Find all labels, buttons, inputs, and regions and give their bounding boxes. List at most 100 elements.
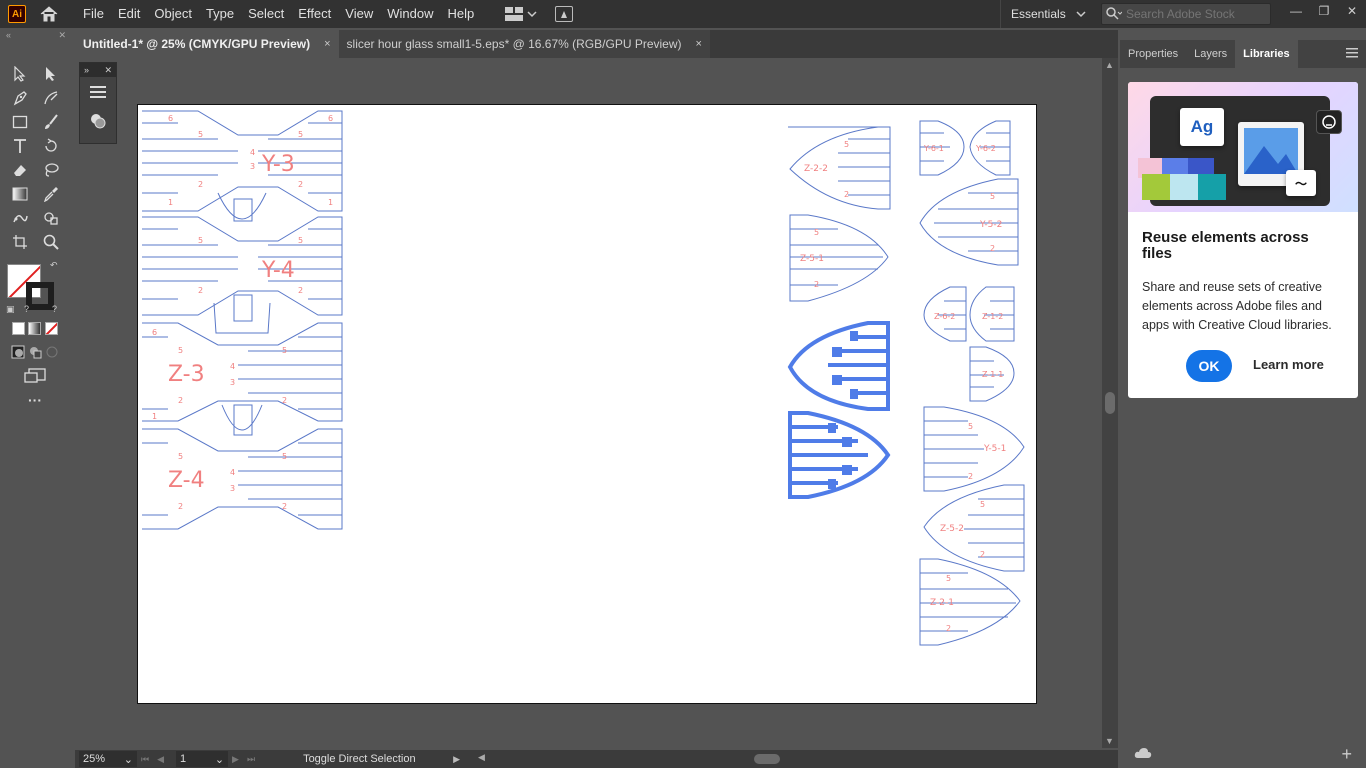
type-tool-icon[interactable] [8, 135, 32, 157]
add-icon[interactable]: + [1341, 744, 1352, 765]
arrange-documents-button[interactable] [505, 7, 537, 21]
card-body: Share and reuse sets of creative element… [1142, 280, 1332, 332]
curvature-tool-icon[interactable] [39, 87, 63, 109]
vertical-scrollbar[interactable]: ▲ ▼ [1102, 58, 1118, 748]
gradient-tool-icon[interactable] [8, 183, 32, 205]
color-mode-icon[interactable] [11, 321, 25, 335]
label-num: 2 [968, 472, 973, 481]
status-menu-icon[interactable]: ▶ [453, 754, 460, 765]
label-num: 6 [168, 114, 173, 123]
artboard-tool-icon[interactable] [8, 231, 32, 253]
canvas-area[interactable]: Y-3 Y-4 Z-3 Z-4 Z-2-2 Z-5-1 Y-6-1 Y-6-2 … [75, 58, 1102, 748]
vertical-scroll-thumb[interactable] [1105, 392, 1115, 414]
menu-window[interactable]: Window [380, 0, 440, 28]
menu-view[interactable]: View [338, 0, 380, 28]
draw-mode-row [4, 340, 66, 364]
workspace-switcher[interactable]: Essentials [1000, 0, 1086, 28]
tab-slicer-hour-glass[interactable]: slicer hour glass small1-5.eps* @ 16.67%… [338, 30, 710, 58]
puppet-warp-tool-icon[interactable] [8, 207, 32, 229]
horizontal-scrollbar[interactable]: ◀ [478, 752, 1118, 766]
illustrator-window: Ai File Edit Object Type Select Effect V… [0, 0, 1366, 768]
stroke-swatch[interactable] [26, 282, 54, 310]
eyedropper-tool-icon[interactable] [39, 183, 63, 205]
label-num: 5 [980, 500, 985, 509]
prev-artboard-icon[interactable]: ◀ [157, 754, 164, 765]
pen-tool-icon[interactable] [8, 87, 32, 109]
menu-help[interactable]: Help [440, 0, 481, 28]
label-num: 6 [328, 114, 333, 123]
label-z6-2: Z-6-2 [934, 312, 955, 321]
menu-object[interactable]: Object [147, 0, 199, 28]
shape-builder-tool-icon[interactable] [39, 207, 63, 229]
menu-effect[interactable]: Effect [291, 0, 338, 28]
close-window-button[interactable]: ✕ [1338, 0, 1366, 22]
more-tools-icon[interactable]: ··· [23, 389, 47, 411]
menu-edit[interactable]: Edit [111, 0, 147, 28]
next-artboard-icon[interactable]: ▶ [232, 754, 239, 765]
appearance-icon[interactable] [89, 112, 107, 133]
hamburger-menu-icon[interactable] [89, 85, 107, 102]
label-z4: Z-4 [168, 468, 205, 493]
expand-icon[interactable]: » [84, 65, 89, 75]
draw-inside-icon[interactable] [43, 341, 60, 363]
libraries-illustration: Ag 〜 [1128, 82, 1358, 212]
draw-normal-icon[interactable] [10, 341, 27, 363]
search-input[interactable] [1126, 7, 1266, 21]
label-num: 3 [230, 378, 235, 387]
scroll-down-icon[interactable]: ▼ [1105, 736, 1114, 746]
rectangle-tool-icon[interactable] [8, 111, 32, 133]
horizontal-scroll-thumb[interactable] [753, 754, 780, 764]
tab-layers[interactable]: Layers [1186, 40, 1235, 68]
label-num: 3 [230, 484, 235, 493]
part-y5-1 [923, 406, 1025, 492]
floating-panel-header: » ✕ [80, 63, 116, 77]
last-artboard-icon[interactable]: ⏭ [247, 754, 255, 765]
artboard[interactable]: Y-3 Y-4 Z-3 Z-4 Z-2-2 Z-5-1 Y-6-1 Y-6-2 … [137, 104, 1037, 704]
close-icon[interactable]: × [324, 38, 330, 50]
paintbrush-tool-icon[interactable] [39, 111, 63, 133]
tab-libraries[interactable]: Libraries [1235, 40, 1298, 68]
collapse-icon[interactable]: « [6, 30, 11, 40]
minimize-button[interactable]: — [1282, 0, 1310, 22]
fill-unknown-icon: ? [24, 304, 30, 314]
restore-button[interactable]: ❐ [1310, 0, 1338, 22]
window-controls: — ❐ ✕ [1282, 0, 1366, 22]
eraser-tool-icon[interactable] [8, 159, 32, 181]
menu-select[interactable]: Select [241, 0, 291, 28]
panel-menu-icon[interactable] [1346, 47, 1358, 61]
scroll-left-icon[interactable]: ◀ [478, 752, 485, 763]
tab-properties[interactable]: Properties [1120, 40, 1186, 68]
draw-behind-icon[interactable] [27, 341, 44, 363]
zoom-dropdown[interactable]: 25% ⌄ [79, 751, 137, 767]
learn-more-link[interactable]: Learn more [1253, 357, 1324, 372]
ok-button[interactable]: OK [1186, 350, 1232, 382]
first-artboard-icon[interactable]: ⏮ [141, 754, 149, 765]
none-mode-icon[interactable] [45, 321, 59, 335]
lasso-tool-icon[interactable] [39, 159, 63, 181]
menu-type[interactable]: Type [199, 0, 241, 28]
label-num: 6 [152, 328, 157, 337]
right-panel-dock: Properties Layers Libraries Ag 〜 Reuse e… [1120, 40, 1366, 768]
panel-tabs: Properties Layers Libraries [1120, 40, 1366, 68]
gpu-performance-icon[interactable] [555, 6, 574, 22]
close-icon[interactable]: ✕ [104, 65, 112, 76]
gradient-mode-icon[interactable] [28, 321, 42, 335]
close-icon[interactable]: ✕ [58, 30, 66, 41]
default-colors-icon[interactable]: ▣ [6, 304, 15, 315]
home-icon[interactable] [38, 3, 60, 25]
zoom-tool-icon[interactable] [39, 231, 63, 253]
screen-mode-icon[interactable] [23, 365, 47, 387]
status-bar: 25% ⌄ ⏮ ◀ 1 ⌄ ▶ ⏭ Toggle Direct Selectio… [75, 750, 1118, 768]
artboard-number-field[interactable]: 1 ⌄ [176, 751, 229, 767]
rotate-tool-icon[interactable] [39, 135, 63, 157]
artwork[interactable]: Y-3 Y-4 Z-3 Z-4 Z-2-2 Z-5-1 Y-6-1 Y-6-2 … [138, 105, 1038, 705]
selected-part-tabs [828, 331, 858, 489]
swap-icon[interactable]: ↶ [50, 260, 58, 271]
close-icon[interactable]: × [696, 38, 702, 50]
menu-file[interactable]: File [76, 0, 111, 28]
direct-selection-tool-icon[interactable] [39, 63, 63, 85]
cloud-icon[interactable] [1134, 747, 1152, 762]
scroll-up-icon[interactable]: ▲ [1105, 60, 1114, 70]
selection-tool-icon[interactable] [8, 63, 32, 85]
tab-untitled-1[interactable]: Untitled-1* @ 25% (CMYK/GPU Preview) × [75, 30, 339, 58]
